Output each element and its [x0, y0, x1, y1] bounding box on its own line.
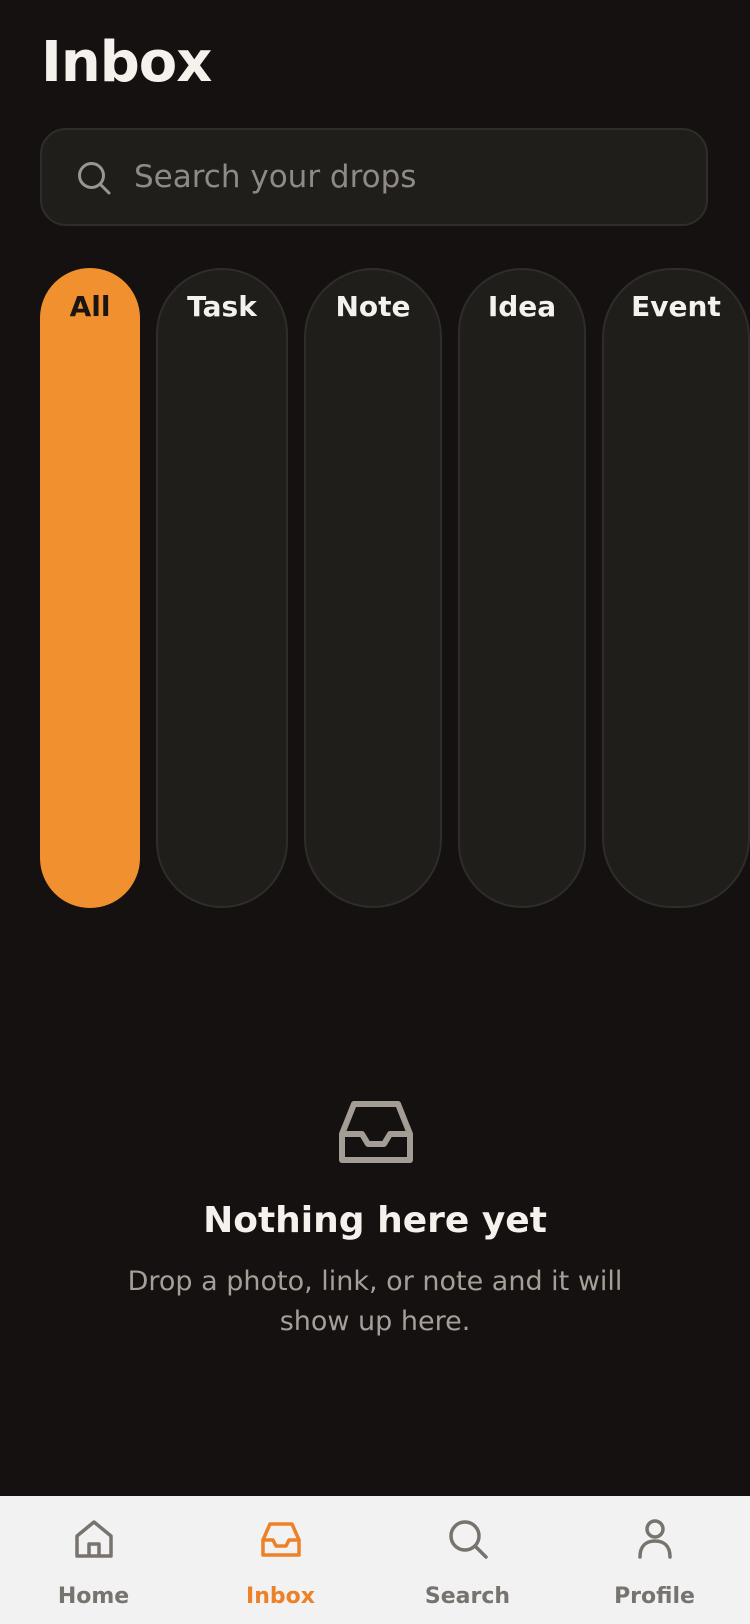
home-icon: [75, 1520, 113, 1558]
tab-inbox[interactable]: Inbox: [187, 1496, 374, 1624]
tab-home[interactable]: Home: [0, 1496, 187, 1624]
tab-label: Search: [424, 1584, 511, 1609]
inbox-tray-icon: [339, 1101, 413, 1163]
tab-label: Home: [57, 1584, 130, 1609]
inbox-icon: [261, 1522, 301, 1557]
inbox-screen: Inbox All Task Note Idea Event Nothing h…: [0, 0, 750, 1624]
empty-state-message: Drop a photo, link, or note and it will …: [127, 1266, 623, 1337]
filter-chip-note[interactable]: Note: [304, 268, 442, 908]
page-title: Inbox: [41, 30, 212, 95]
profile-icon: [638, 1519, 672, 1559]
tab-profile[interactable]: Profile: [561, 1496, 748, 1624]
filter-chip-label: Event: [631, 290, 721, 323]
bottom-tab-bar: Home Inbox Search Profile: [0, 1496, 750, 1624]
filter-chip-all[interactable]: All: [40, 268, 140, 908]
tab-label: Profile: [614, 1584, 695, 1609]
search-icon: [78, 162, 111, 195]
filter-chip-event[interactable]: Event: [602, 268, 750, 908]
filter-chip-idea[interactable]: Idea: [458, 268, 586, 908]
search-bar[interactable]: [40, 128, 708, 226]
filter-chip-label: Task: [187, 290, 257, 323]
filter-chip-label: All: [69, 290, 111, 323]
filter-chip-label: Note: [335, 290, 411, 323]
filter-chip-task[interactable]: Task: [156, 268, 288, 908]
search-icon: [449, 1520, 488, 1559]
tab-search[interactable]: Search: [374, 1496, 561, 1624]
tab-label: Inbox: [246, 1584, 315, 1609]
filter-chip-label: Idea: [487, 290, 557, 323]
search-input[interactable]: [134, 150, 674, 204]
empty-state-title: Nothing here yet: [203, 1200, 547, 1241]
